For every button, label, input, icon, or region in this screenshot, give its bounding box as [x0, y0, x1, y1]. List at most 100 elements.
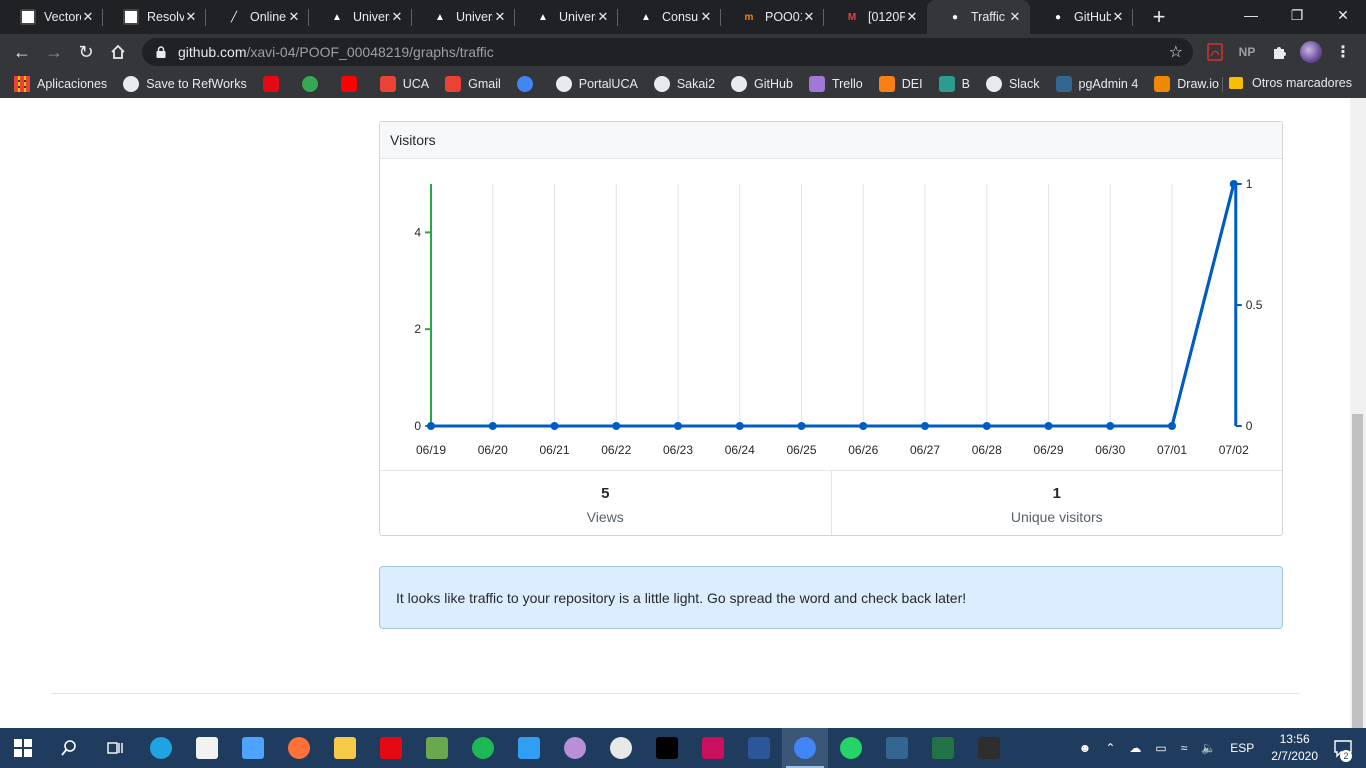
- tab-close-icon[interactable]: ✕: [905, 9, 919, 25]
- browser-tab[interactable]: M [0120P ✕: [824, 0, 927, 34]
- spotify-icon[interactable]: [460, 728, 506, 768]
- scrollbar-thumb[interactable]: [1352, 414, 1363, 728]
- browser-tab[interactable]: ╱ Online ✕: [206, 0, 309, 34]
- bookmark-label: B: [961, 77, 970, 91]
- bookmark-item[interactable]: DEI: [878, 76, 923, 92]
- other-bookmarks[interactable]: Otros marcadores: [1228, 76, 1352, 90]
- home-icon[interactable]: [102, 36, 134, 68]
- db-icon: [938, 76, 955, 92]
- clock[interactable]: 13:56 2/7/2020: [1271, 731, 1318, 765]
- chrome-icon[interactable]: [782, 728, 828, 768]
- pdf-icon[interactable]: [1204, 41, 1226, 63]
- battery-icon[interactable]: ▭: [1155, 741, 1166, 755]
- bookmark-item[interactable]: B: [938, 76, 970, 92]
- browser-tab[interactable]: Vectore✕: [0, 0, 103, 34]
- volume-icon[interactable]: 🔈: [1201, 741, 1216, 755]
- bookmark-item[interactable]: Slack: [985, 76, 1040, 92]
- people-icon[interactable]: ☻: [1079, 741, 1092, 755]
- github-desktop-icon[interactable]: [552, 728, 598, 768]
- bookmark-item[interactable]: Aplicaciones: [14, 76, 107, 92]
- windows-start-icon[interactable]: [0, 728, 46, 768]
- store-icon[interactable]: [184, 728, 230, 768]
- notifications-icon[interactable]: 2: [1330, 735, 1356, 762]
- gmail-icon: [379, 76, 396, 92]
- tab-close-icon[interactable]: ✕: [81, 9, 95, 25]
- youtube-icon: [340, 76, 357, 92]
- minecraft-icon[interactable]: [414, 728, 460, 768]
- tab-close-icon[interactable]: ✕: [287, 9, 301, 25]
- tab-close-icon[interactable]: ✕: [1008, 9, 1022, 25]
- taskbar-app-glyph: [380, 737, 402, 759]
- file-explorer-icon[interactable]: [322, 728, 368, 768]
- chevron-up-icon[interactable]: ⌃: [1105, 741, 1115, 755]
- tab-close-icon[interactable]: ✕: [596, 9, 610, 25]
- browser-tab[interactable]: ● GitHub ✕: [1030, 0, 1133, 34]
- excel-icon[interactable]: [920, 728, 966, 768]
- reload-icon[interactable]: ↻: [70, 36, 102, 68]
- browser-tab[interactable]: ▲ Univers✕: [412, 0, 515, 34]
- netflix-icon[interactable]: [368, 728, 414, 768]
- badge-icon: [301, 76, 318, 92]
- bookmark-item[interactable]: Sakai2: [653, 76, 715, 92]
- taskbar-app-glyph: [702, 737, 724, 759]
- task-view-icon[interactable]: [92, 728, 138, 768]
- y-tick-label-right: 0: [1246, 419, 1253, 433]
- puzzle-icon[interactable]: [1268, 41, 1290, 63]
- bookmark-star-icon[interactable]: ☆: [1169, 42, 1183, 62]
- vs-installer-icon[interactable]: [230, 728, 276, 768]
- tab-close-icon[interactable]: ✕: [184, 9, 198, 25]
- browser-tab[interactable]: m POO01✕: [721, 0, 824, 34]
- minimize-icon[interactable]: —: [1228, 0, 1274, 30]
- tab-close-icon[interactable]: ✕: [390, 9, 404, 25]
- search-icon[interactable]: [46, 728, 92, 768]
- new-tab-button[interactable]: +: [1145, 3, 1173, 31]
- bookmark-item[interactable]: Draw.io: [1154, 76, 1219, 92]
- wifi-icon[interactable]: ≈: [1181, 741, 1188, 755]
- intellij-icon[interactable]: [644, 728, 690, 768]
- more-menu-icon[interactable]: ⋮: [1332, 41, 1354, 63]
- bookmark-item[interactable]: PortalUCA: [555, 76, 638, 92]
- tab-close-icon[interactable]: ✕: [802, 9, 816, 25]
- rider-icon[interactable]: [690, 728, 736, 768]
- bookmark-item[interactable]: [340, 76, 364, 92]
- forward-arrow-icon[interactable]: →: [38, 36, 70, 68]
- x-tick-label: 06/25: [786, 443, 816, 457]
- bookmark-item[interactable]: UCA: [379, 76, 429, 92]
- browser-tab[interactable]: ▲ Univers✕: [309, 0, 412, 34]
- word-icon[interactable]: [736, 728, 782, 768]
- terminal-icon[interactable]: [966, 728, 1012, 768]
- page-scrollbar[interactable]: [1350, 98, 1366, 728]
- bookmark-item[interactable]: [301, 76, 325, 92]
- trello-icon: [808, 76, 825, 92]
- bookmark-item[interactable]: Trello: [808, 76, 863, 92]
- whatsapp-icon[interactable]: [828, 728, 874, 768]
- edge-icon[interactable]: [138, 728, 184, 768]
- browser-tab[interactable]: ● Traffic ✕: [927, 0, 1030, 34]
- weather-cloud-icon[interactable]: ☁: [1129, 741, 1141, 755]
- address-bar[interactable]: github.com/xavi-04/POOF_00048219/graphs/…: [142, 38, 1193, 66]
- vscode-icon[interactable]: [506, 728, 552, 768]
- bookmark-item[interactable]: [516, 76, 540, 92]
- language-indicator[interactable]: ESP: [1230, 741, 1254, 755]
- back-arrow-icon[interactable]: ←: [6, 36, 38, 68]
- bookmark-item[interactable]: [262, 76, 286, 92]
- settings-app-icon[interactable]: [598, 728, 644, 768]
- url-host: github.com: [178, 44, 247, 60]
- browser-tab[interactable]: Resolve✕: [103, 0, 206, 34]
- browser-tab[interactable]: ▲ Consult✕: [618, 0, 721, 34]
- bookmark-item[interactable]: Gmail: [445, 76, 501, 92]
- postgres-icon[interactable]: [874, 728, 920, 768]
- bookmark-item[interactable]: pgAdmin 4: [1055, 76, 1138, 92]
- bookmark-label: Aplicaciones: [37, 77, 108, 91]
- bookmark-item[interactable]: Save to RefWorks: [123, 76, 247, 92]
- firefox-icon[interactable]: [276, 728, 322, 768]
- tab-close-icon[interactable]: ✕: [1111, 9, 1125, 25]
- browser-tab[interactable]: ▲ Univers✕: [515, 0, 618, 34]
- tab-close-icon[interactable]: ✕: [699, 9, 713, 25]
- tab-close-icon[interactable]: ✕: [493, 9, 507, 25]
- maximize-icon[interactable]: ❐: [1274, 0, 1320, 30]
- np-extension-icon[interactable]: NP: [1236, 41, 1258, 63]
- profile-avatar[interactable]: [1300, 41, 1322, 63]
- close-window-icon[interactable]: ✕: [1320, 0, 1366, 30]
- bookmark-item[interactable]: GitHub: [731, 76, 793, 92]
